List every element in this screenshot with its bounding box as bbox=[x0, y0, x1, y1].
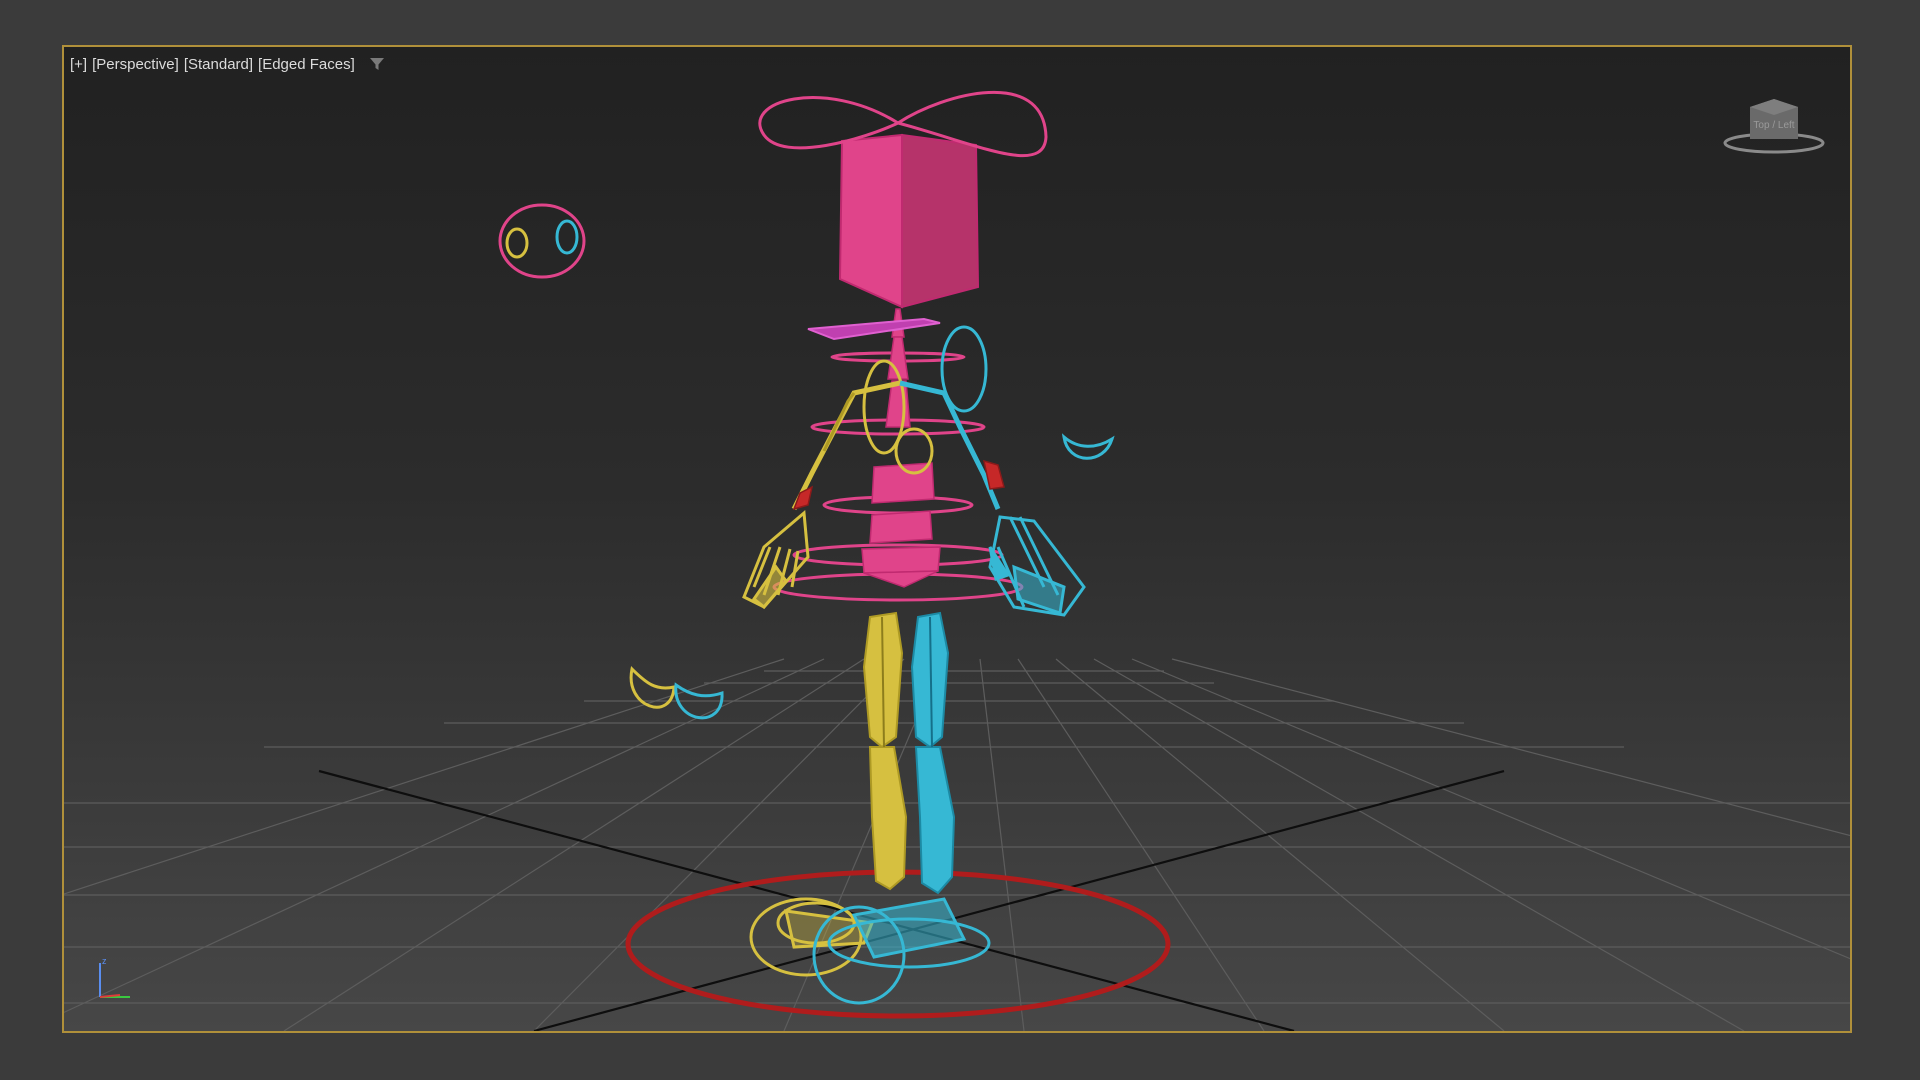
right-foot[interactable] bbox=[812, 897, 991, 1005]
viewcube-label: Top / Left bbox=[1753, 120, 1794, 131]
axis-tripod-icon: z bbox=[99, 956, 130, 998]
left-hand[interactable] bbox=[742, 509, 810, 610]
grid-main-axes bbox=[318, 769, 1505, 1031]
viewcube-icon[interactable]: Top / Left bbox=[1722, 95, 1826, 157]
head-box[interactable] bbox=[838, 133, 980, 309]
scene-canvas[interactable] bbox=[64, 47, 1850, 1031]
right-shoulder-controller[interactable] bbox=[1061, 433, 1115, 460]
right-leg[interactable] bbox=[910, 611, 956, 895]
right-hand[interactable] bbox=[988, 515, 1086, 617]
eye-controller[interactable] bbox=[498, 203, 586, 279]
pelvis[interactable] bbox=[861, 546, 941, 588]
axis-z-label: z bbox=[102, 956, 107, 966]
neck-plate[interactable] bbox=[807, 317, 941, 341]
perspective-viewport[interactable]: [+] [Perspective] [Standard] [Edged Face… bbox=[62, 45, 1852, 1033]
left-foot[interactable] bbox=[749, 897, 875, 977]
grid-floor bbox=[64, 658, 1850, 1031]
